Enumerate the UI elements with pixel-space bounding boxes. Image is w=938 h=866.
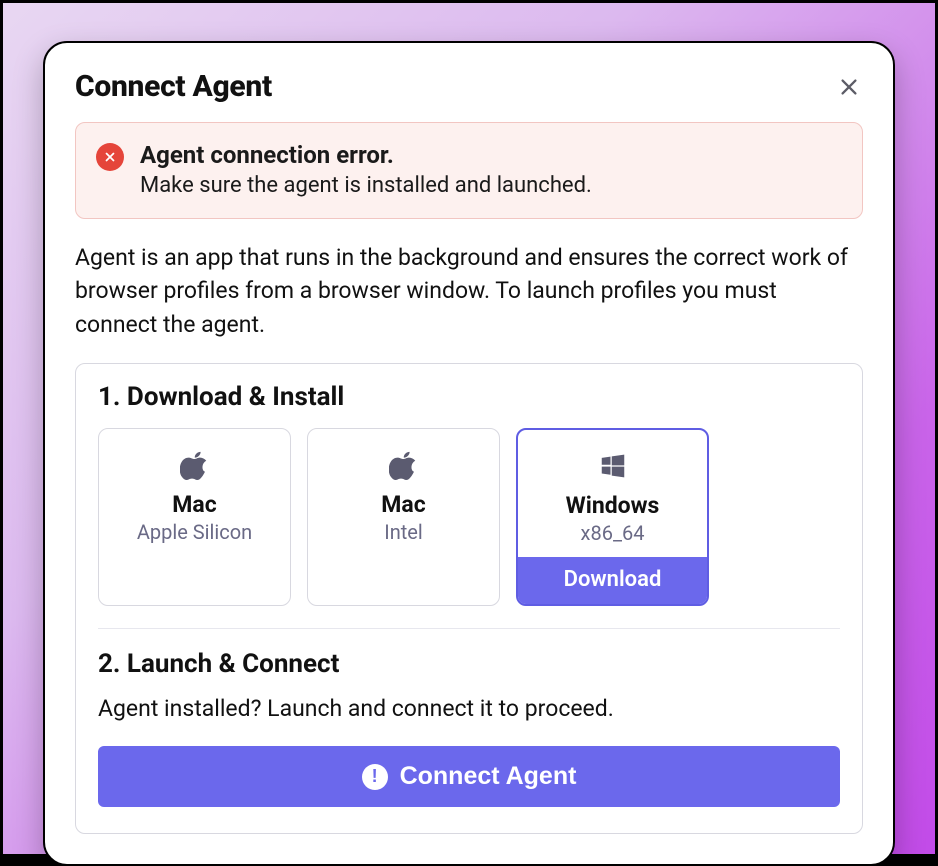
modal-header: Connect Agent xyxy=(75,69,863,104)
platform-card-mac-silicon[interactable]: Mac Apple Silicon xyxy=(98,428,291,606)
connect-agent-modal: Connect Agent Agent connection error. Ma… xyxy=(43,41,895,866)
platform-name: Windows xyxy=(566,492,660,519)
exclamation-icon: ! xyxy=(362,764,388,790)
connect-agent-button[interactable]: ! Connect Agent xyxy=(98,746,840,807)
backdrop: Connect Agent Agent connection error. Ma… xyxy=(3,3,935,854)
install-panel: 1. Download & Install Mac Apple Silicon … xyxy=(75,363,863,834)
divider xyxy=(98,628,840,629)
platform-arch: Apple Silicon xyxy=(137,520,252,544)
step2-title: 2. Launch & Connect xyxy=(98,649,840,679)
agent-description: Agent is an app that runs in the backgro… xyxy=(75,241,863,341)
platform-name: Mac xyxy=(381,491,425,518)
modal-title: Connect Agent xyxy=(75,69,272,104)
alert-title: Agent connection error. xyxy=(140,141,592,169)
platform-card-windows[interactable]: Windows x86_64 Download xyxy=(516,428,709,606)
platform-arch: Intel xyxy=(384,520,423,544)
apple-icon xyxy=(389,447,419,483)
download-button[interactable]: Download xyxy=(518,557,707,604)
windows-icon xyxy=(598,448,628,484)
error-alert: Agent connection error. Make sure the ag… xyxy=(75,122,863,219)
close-button[interactable] xyxy=(835,73,863,101)
platform-name: Mac xyxy=(172,491,216,518)
step1-title: 1. Download & Install xyxy=(98,382,840,412)
close-icon xyxy=(838,76,860,98)
apple-icon xyxy=(180,447,210,483)
step2-subtitle: Agent installed? Launch and connect it t… xyxy=(98,695,840,722)
platform-card-mac-intel[interactable]: Mac Intel xyxy=(307,428,500,606)
platform-arch: x86_64 xyxy=(581,521,645,545)
error-icon xyxy=(96,143,124,171)
alert-subtitle: Make sure the agent is installed and lau… xyxy=(140,173,592,198)
connect-button-label: Connect Agent xyxy=(400,762,577,791)
platform-options: Mac Apple Silicon Mac Intel Windows x86_… xyxy=(98,428,840,606)
